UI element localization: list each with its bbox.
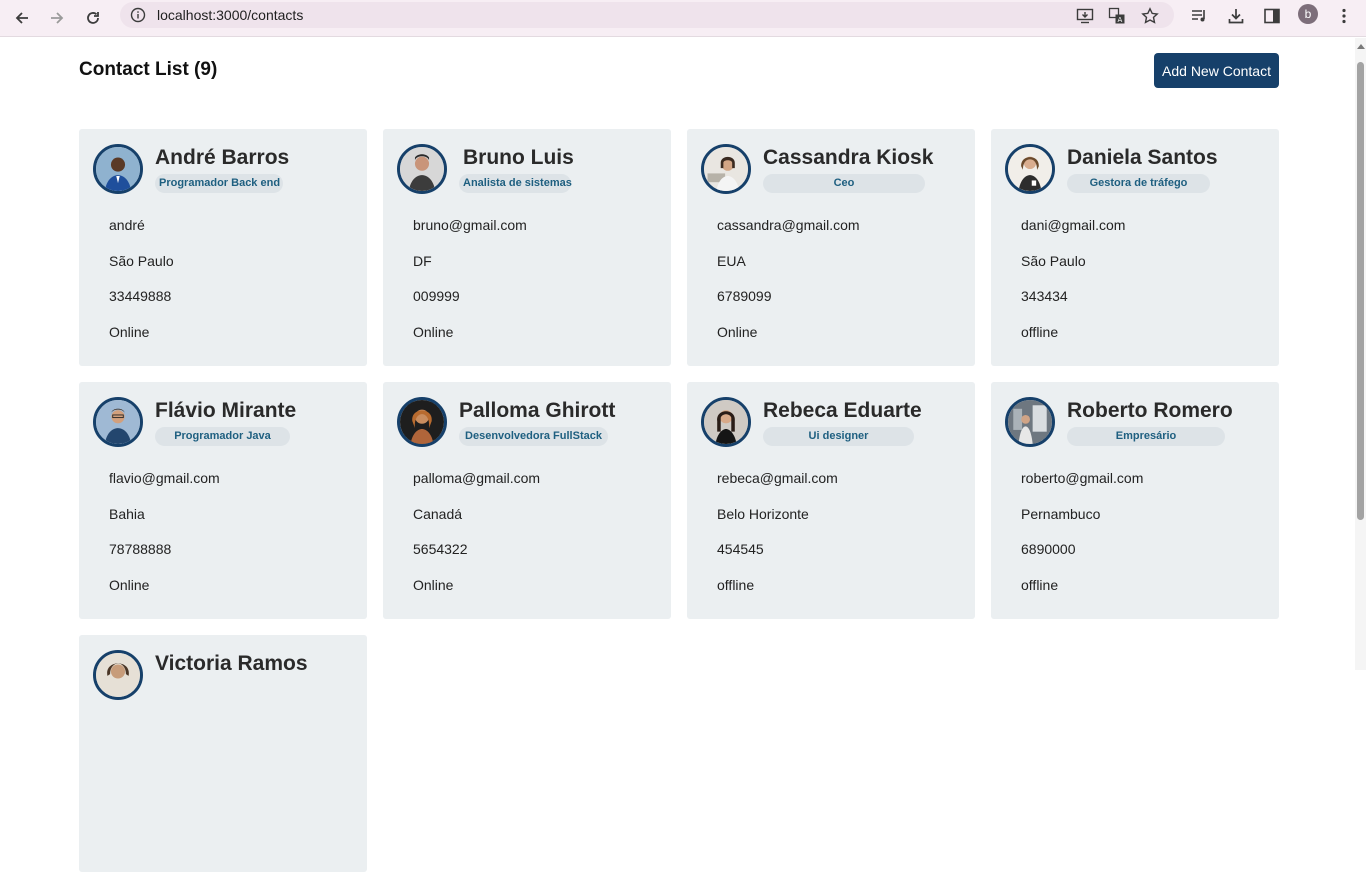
arrow-right-icon: [51, 12, 64, 24]
kebab-menu-icon[interactable]: [1331, 3, 1357, 29]
url-text[interactable]: localhost:3000/contacts: [157, 7, 303, 23]
contact-location: Pernambuco: [1021, 506, 1101, 522]
contact-card: Bruno Luis Analista de sistemas bruno@gm…: [383, 129, 671, 366]
contact-email: roberto@gmail.com: [1021, 470, 1144, 486]
contact-status: Online: [413, 324, 454, 340]
contact-location: DF: [413, 253, 432, 269]
contact-name: Palloma Ghirott: [459, 399, 616, 422]
contact-name: Roberto Romero: [1067, 399, 1233, 422]
contact-card: Daniela Santos Gestora de tráfego dani@g…: [991, 129, 1279, 366]
download-icon[interactable]: [1223, 3, 1249, 29]
side-panel-icon[interactable]: [1259, 3, 1285, 29]
role-badge: Programador Back end: [155, 174, 283, 193]
contact-email: dani@gmail.com: [1021, 217, 1126, 233]
contact-card: Palloma Ghirott Desenvolvedora FullStack…: [383, 382, 671, 619]
role-badge: Programador Java: [155, 427, 290, 446]
avatar: [701, 397, 751, 447]
contact-status: offline: [717, 577, 755, 593]
contact-location: Belo Horizonte: [717, 506, 809, 522]
avatar: [397, 397, 447, 447]
install-app-icon[interactable]: [1074, 5, 1096, 27]
contact-name: Cassandra Kiosk: [763, 146, 934, 169]
arrow-left-icon: [15, 12, 28, 24]
contact-phone: 343434: [1021, 288, 1068, 304]
contact-status: Online: [413, 577, 454, 593]
role-badge: Ceo: [763, 174, 925, 193]
contact-email: palloma@gmail.com: [413, 470, 541, 486]
role-badge: Analista de sistemas: [459, 174, 572, 193]
avatar: [1005, 397, 1055, 447]
contact-card: Rebeca Eduarte Ui designer rebeca@gmail.…: [687, 382, 975, 619]
reload-button[interactable]: [78, 3, 108, 33]
role-badge: Desenvolvedora FullStack: [459, 427, 608, 446]
contact-name: André Barros: [155, 146, 290, 169]
contact-phone: 454545: [717, 541, 764, 557]
contact-phone: 78788888: [109, 541, 172, 557]
svg-text:A: A: [1118, 16, 1123, 24]
contact-location: Bahia: [109, 506, 145, 522]
address-bar[interactable]: localhost:3000/contacts A: [120, 2, 1174, 28]
scrollbar-thumb[interactable]: [1357, 62, 1364, 520]
contact-status: Online: [109, 577, 150, 593]
role-badge: Empresário: [1067, 427, 1225, 446]
contact-name: Victoria Ramos: [155, 652, 308, 675]
contact-phone: 009999: [413, 288, 460, 304]
contact-phone: 6890000: [1021, 541, 1076, 557]
forward-button[interactable]: [42, 3, 72, 33]
role-badge: Ui designer: [763, 427, 914, 446]
back-button[interactable]: [7, 3, 37, 33]
contact-phone: 33449888: [109, 288, 172, 304]
contact-phone: 6789099: [717, 288, 772, 304]
contact-status: offline: [1021, 324, 1059, 340]
translate-icon[interactable]: A: [1106, 5, 1128, 27]
contact-email: andré: [109, 217, 145, 233]
contact-email: bruno@gmail.com: [413, 217, 527, 233]
avatar: [1005, 144, 1055, 194]
avatar: [93, 144, 143, 194]
contact-name: Rebeca Eduarte: [763, 399, 922, 422]
contact-card: André Barros Programador Back end andré …: [79, 129, 367, 366]
contact-location: São Paulo: [109, 253, 174, 269]
contact-name: Daniela Santos: [1067, 146, 1218, 169]
profile-avatar[interactable]: b: [1298, 4, 1318, 24]
add-new-contact-button[interactable]: Add New Contact: [1154, 53, 1279, 88]
contact-name: Bruno Luis: [463, 146, 574, 169]
avatar: [701, 144, 751, 194]
contact-email: flavio@gmail.com: [109, 470, 220, 486]
contact-phone: 5654322: [413, 541, 468, 557]
avatar: [93, 397, 143, 447]
page-scrollbar[interactable]: [1355, 38, 1366, 670]
avatar: [397, 144, 447, 194]
site-info-icon[interactable]: [129, 6, 147, 24]
role-badge: Gestora de tráfego: [1067, 174, 1210, 193]
media-controls-icon[interactable]: [1186, 3, 1212, 29]
contact-card: Cassandra Kiosk Ceo cassandra@gmail.com …: [687, 129, 975, 366]
contact-status: Online: [109, 324, 150, 340]
contact-card: Roberto Romero Empresário roberto@gmail.…: [991, 382, 1279, 619]
contact-email: rebeca@gmail.com: [717, 470, 838, 486]
star-icon[interactable]: [1139, 5, 1161, 27]
avatar: [93, 650, 143, 700]
page-title: Contact List (9): [79, 59, 218, 80]
contact-status: offline: [1021, 577, 1059, 593]
contact-location: São Paulo: [1021, 253, 1086, 269]
scroll-up-arrow-icon[interactable]: [1357, 44, 1365, 49]
browser-toolbar: localhost:3000/contacts A b: [0, 0, 1366, 37]
contact-card: Victoria Ramos: [79, 635, 367, 872]
contact-location: Canadá: [413, 506, 463, 522]
contact-location: EUA: [717, 253, 746, 269]
contact-name: Flávio Mirante: [155, 399, 297, 422]
contact-email: cassandra@gmail.com: [717, 217, 860, 233]
contact-grid: André Barros Programador Back end andré …: [79, 129, 1279, 872]
reload-icon: [87, 12, 99, 24]
contact-status: Online: [717, 324, 758, 340]
contact-card: Flávio Mirante Programador Java flavio@g…: [79, 382, 367, 619]
